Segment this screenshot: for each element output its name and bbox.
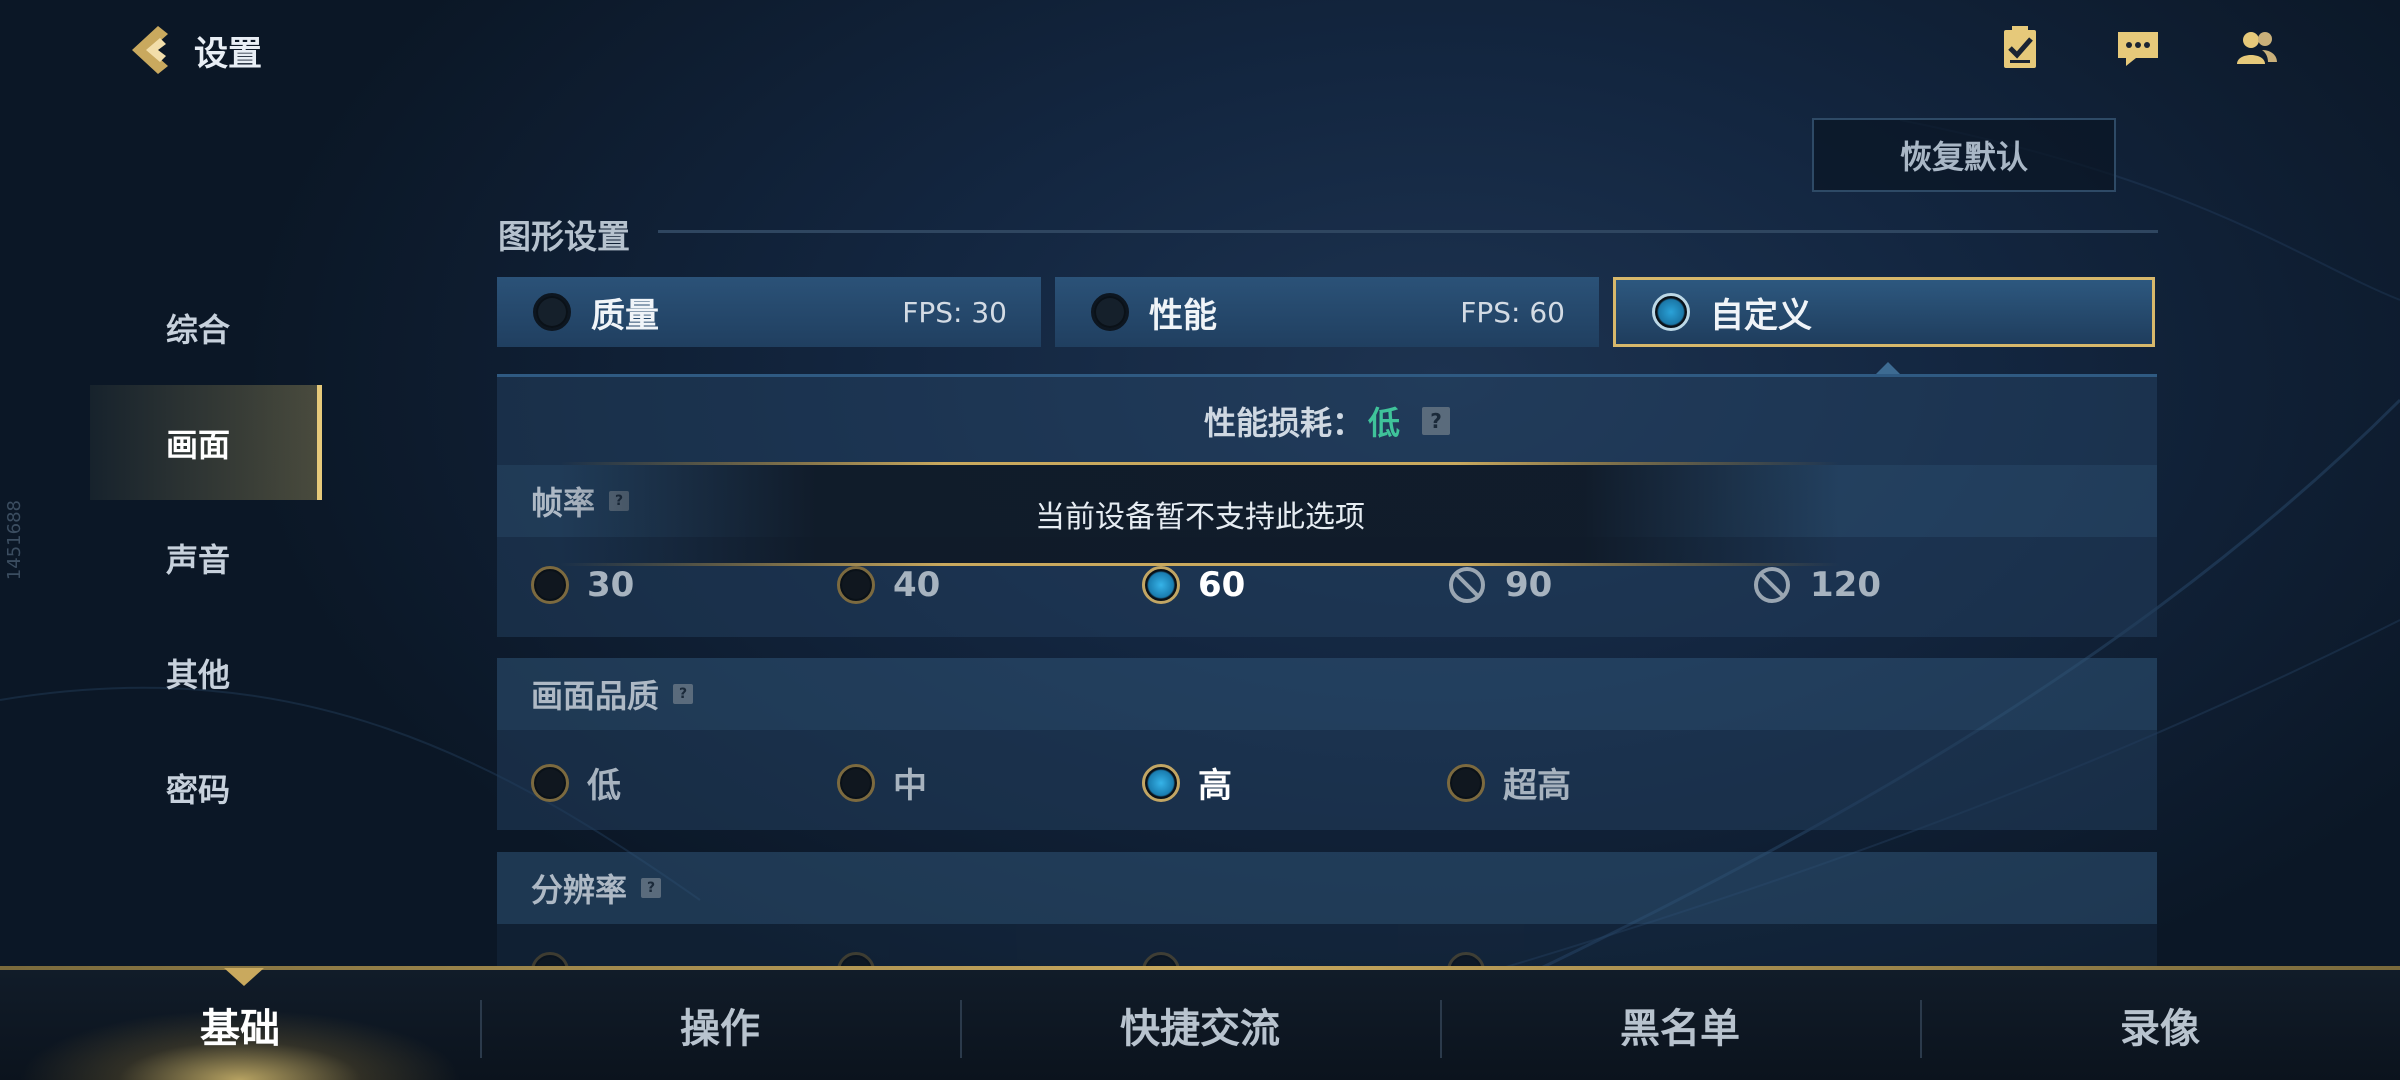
side-id-text: 1451688 xyxy=(4,500,25,581)
resolution-option[interactable] xyxy=(1447,952,1485,966)
option-label: 高 xyxy=(1198,766,1232,806)
option-label: 60 xyxy=(1198,565,1246,605)
tab-basic[interactable]: 基础 xyxy=(0,970,480,1080)
quality-option-low[interactable]: 低 xyxy=(531,758,621,807)
preset-custom[interactable]: 自定义 xyxy=(1613,277,2155,347)
help-icon[interactable]: ? xyxy=(1422,407,1451,435)
radio-icon xyxy=(837,952,875,966)
option-label: 90 xyxy=(1505,565,1553,605)
preset-performance[interactable]: 性能 FPS: 60 xyxy=(1055,277,1599,347)
framerate-option-90[interactable]: 90 xyxy=(1447,565,1552,605)
preset-fps: FPS: 60 xyxy=(1460,295,1565,329)
radio-icon xyxy=(531,763,569,802)
tab-quick-chat[interactable]: 快捷交流 xyxy=(960,970,1440,1080)
radio-icon xyxy=(531,566,569,604)
sidenav-item-general[interactable]: 综合 xyxy=(90,270,322,385)
back-button[interactable]: 设置 xyxy=(120,20,262,80)
chat-button[interactable] xyxy=(2114,24,2162,72)
help-icon[interactable]: ? xyxy=(673,684,694,704)
perf-cost-value: 低 xyxy=(1368,404,1401,442)
framerate-option-60[interactable]: 60 xyxy=(1142,565,1245,605)
graphics-section-title: 图形设置 xyxy=(498,217,630,256)
radio-selected-icon xyxy=(1142,763,1180,802)
friends-button[interactable] xyxy=(2232,24,2280,72)
quality-option-high[interactable]: 高 xyxy=(1142,758,1232,807)
sidenav-item-display[interactable]: 画面 xyxy=(90,385,322,500)
sidenav-item-other[interactable]: 其他 xyxy=(90,615,322,730)
tab-controls[interactable]: 操作 xyxy=(480,970,960,1080)
resolution-title: 分辨率 xyxy=(531,871,628,909)
side-nav: 综合 画面 声音 其他 密码 xyxy=(90,270,322,845)
task-button[interactable] xyxy=(1996,24,2044,72)
resolution-option[interactable] xyxy=(837,952,875,966)
radio-icon xyxy=(533,293,571,331)
bottom-tabs: 基础 操作 快捷交流 黑名单 录像 xyxy=(0,970,2400,1080)
quality-option-ultra[interactable]: 超高 xyxy=(1447,758,1571,807)
radio-icon xyxy=(531,952,569,966)
framerate-option-40[interactable]: 40 xyxy=(837,565,940,605)
unavailable-icon xyxy=(1449,567,1485,603)
unsupported-tooltip: 当前设备暂不支持此选项 xyxy=(560,462,1840,566)
radio-icon xyxy=(1447,763,1485,802)
tab-replay[interactable]: 录像 xyxy=(1920,970,2400,1080)
resolution-group: 分辨率 ? xyxy=(497,852,2157,966)
radio-selected-icon xyxy=(1652,293,1690,331)
top-icons xyxy=(1996,24,2280,72)
section-divider xyxy=(658,230,2158,233)
active-tab-caret xyxy=(224,968,264,986)
resolution-options xyxy=(497,924,2157,966)
tab-blacklist[interactable]: 黑名单 xyxy=(1440,970,1920,1080)
option-label: 超高 xyxy=(1503,766,1571,806)
option-label: 低 xyxy=(587,766,621,806)
radio-icon xyxy=(1142,952,1180,966)
radio-icon xyxy=(1447,952,1485,966)
resolution-option[interactable] xyxy=(531,952,569,966)
option-label: 30 xyxy=(587,565,635,605)
quality-header: 画面品质 ? xyxy=(497,658,2157,730)
help-icon[interactable]: ? xyxy=(641,878,662,898)
framerate-option-120[interactable]: 120 xyxy=(1752,565,1881,605)
resolution-header: 分辨率 ? xyxy=(497,852,2157,924)
sidenav-item-password[interactable]: 密码 xyxy=(90,730,322,845)
preset-quality[interactable]: 质量 FPS: 30 xyxy=(497,277,1041,347)
chat-bubble-icon xyxy=(2118,32,2158,66)
preset-label: 性能 xyxy=(1149,295,1217,336)
option-label: 40 xyxy=(893,565,941,605)
perf-cost-row: 性能损耗： 低 ? xyxy=(497,377,2157,465)
resolution-option[interactable] xyxy=(1142,952,1180,966)
radio-icon xyxy=(837,566,875,604)
page-title: 设置 xyxy=(194,33,262,74)
preset-fps: FPS: 30 xyxy=(902,295,1007,329)
clipboard-check-icon xyxy=(2004,26,2036,68)
preset-label: 自定义 xyxy=(1710,295,1812,336)
perf-cost-label: 性能损耗： xyxy=(1203,404,1364,442)
radio-icon xyxy=(837,763,875,802)
sidenav-item-sound[interactable]: 声音 xyxy=(90,500,322,615)
reset-default-button[interactable]: 恢复默认 xyxy=(1812,118,2116,192)
top-bar: 设置 xyxy=(0,0,2400,100)
quality-title: 画面品质 xyxy=(531,677,660,715)
option-label: 120 xyxy=(1810,565,1881,605)
quality-options: 低 中 高 超高 xyxy=(497,730,2157,830)
unavailable-icon xyxy=(1754,567,1790,603)
option-label: 中 xyxy=(893,766,927,806)
framerate-option-30[interactable]: 30 xyxy=(531,565,634,605)
graphics-presets: 质量 FPS: 30 性能 FPS: 60 自定义 xyxy=(497,277,2155,347)
perf-panel: 性能损耗： 低 ? xyxy=(497,377,2157,465)
quality-group: 画面品质 ? 低 中 高 超高 xyxy=(497,658,2157,830)
friends-icon xyxy=(2237,32,2277,64)
radio-icon xyxy=(1091,293,1129,331)
radio-selected-icon xyxy=(1142,566,1180,604)
quality-option-medium[interactable]: 中 xyxy=(837,758,927,807)
preset-label: 质量 xyxy=(591,295,659,336)
back-arrow-icon xyxy=(132,26,168,74)
